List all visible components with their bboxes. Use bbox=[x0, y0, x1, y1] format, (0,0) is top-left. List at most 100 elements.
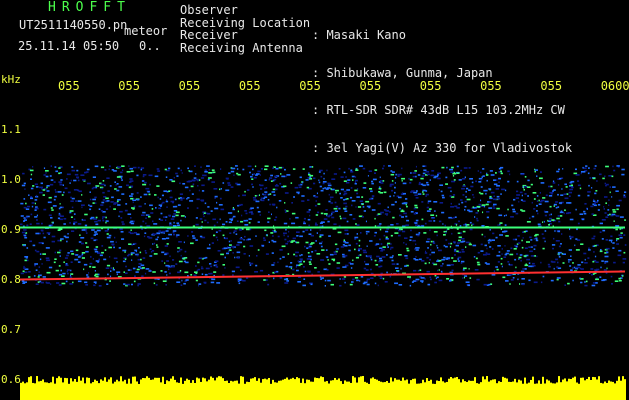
spectrum-pixel bbox=[465, 281, 470, 283]
spectrum-pixel bbox=[401, 230, 406, 233]
spectrum-pixel bbox=[429, 276, 432, 279]
spectrum-pixel bbox=[424, 262, 427, 265]
spectrum-pixel bbox=[105, 267, 110, 269]
amplitude-bar bbox=[460, 382, 462, 400]
spectrum-pixel bbox=[330, 198, 332, 201]
spectrum-pixel bbox=[359, 280, 361, 282]
amplitude-bar bbox=[556, 382, 558, 400]
spectrum-pixel bbox=[590, 268, 594, 270]
spectrum-pixel bbox=[516, 253, 519, 255]
spectrum-pixel bbox=[462, 230, 466, 233]
spectrum-pixel bbox=[316, 192, 318, 195]
amplitude-bar bbox=[558, 376, 560, 400]
spectrum-pixel bbox=[338, 168, 341, 170]
spectrum-pixel bbox=[127, 269, 131, 271]
spectrum-pixel bbox=[441, 258, 445, 261]
spectrum-pixel bbox=[415, 219, 419, 222]
spectrum-pixel bbox=[483, 283, 488, 286]
spectrum-pixel bbox=[58, 172, 61, 175]
spectrum-pixel bbox=[34, 207, 39, 210]
amplitude-bar bbox=[416, 383, 418, 400]
spectrum-pixel bbox=[391, 259, 394, 262]
spectrum-pixel bbox=[83, 268, 85, 271]
spectrum-pixel bbox=[377, 213, 381, 215]
spectrum-pixel bbox=[252, 197, 256, 199]
spectrum-pixel bbox=[418, 224, 420, 227]
spectrum-pixel bbox=[37, 281, 40, 283]
amplitude-bar bbox=[190, 382, 192, 400]
spectrum-pixel bbox=[593, 235, 596, 238]
spectrum-pixel bbox=[94, 248, 98, 251]
amplitude-bar bbox=[24, 383, 26, 400]
spectrum-pixel bbox=[370, 256, 372, 259]
spectrum-pixel bbox=[156, 232, 161, 234]
spectrum-pixel bbox=[429, 258, 431, 261]
amplitude-bar bbox=[186, 378, 188, 400]
spectrum-pixel bbox=[447, 186, 452, 189]
spectrum-pixel bbox=[481, 233, 484, 236]
spectrum-pixel bbox=[320, 245, 323, 248]
spectrum-pixel bbox=[470, 185, 474, 188]
spectrum-pixel bbox=[321, 241, 323, 243]
spectrum-pixel bbox=[486, 179, 488, 182]
spectrum-pixel bbox=[445, 239, 448, 241]
spectrum-pixel bbox=[540, 281, 543, 284]
spectrum-pixel bbox=[290, 262, 293, 264]
spectrum-pixel bbox=[32, 166, 34, 168]
amplitude-bar bbox=[464, 381, 466, 400]
spectrum-pixel bbox=[405, 203, 407, 206]
spectrum-pixel bbox=[330, 202, 334, 204]
spectrum-pixel bbox=[177, 224, 180, 227]
spectrum-pixel bbox=[104, 169, 107, 171]
spectrum-pixel bbox=[187, 207, 189, 209]
spectrum-pixel bbox=[166, 260, 169, 262]
spectrum-pixel bbox=[172, 205, 176, 208]
amplitude-bar bbox=[400, 380, 402, 400]
spectrum-pixel bbox=[430, 214, 435, 216]
spectrum-pixel bbox=[468, 243, 472, 246]
spectrum-pixel bbox=[451, 180, 456, 183]
spectrum-pixel bbox=[412, 280, 416, 282]
spectrum-pixel bbox=[279, 249, 283, 251]
spectrum-pixel bbox=[50, 179, 54, 181]
spectrum-pixel bbox=[438, 189, 440, 191]
spectrogram-plot bbox=[0, 72, 629, 400]
spectrum-pixel bbox=[190, 274, 193, 276]
spectrum-pixel bbox=[265, 187, 268, 189]
spectrum-pixel bbox=[402, 182, 407, 185]
spectrum-pixel bbox=[402, 192, 406, 195]
spectrum-pixel bbox=[482, 211, 484, 214]
amplitude-bar bbox=[612, 381, 614, 400]
spectrum-pixel bbox=[131, 259, 133, 261]
spectrum-pixel bbox=[26, 259, 29, 262]
amplitude-bar bbox=[354, 377, 356, 400]
spectrum-pixel bbox=[328, 235, 331, 237]
spectrum-pixel bbox=[81, 253, 84, 256]
spectrum-pixel bbox=[574, 244, 576, 247]
spectrum-pixel bbox=[23, 229, 27, 231]
spectrum-pixel bbox=[401, 177, 405, 180]
spectrum-pixel bbox=[403, 242, 405, 244]
amplitude-bar bbox=[532, 376, 534, 400]
spectrum-pixel bbox=[553, 237, 555, 240]
spectrum-pixel bbox=[477, 210, 479, 212]
spectrum-pixel bbox=[95, 216, 98, 219]
amplitude-bar bbox=[96, 380, 98, 400]
amplitude-bar bbox=[584, 380, 586, 400]
spectrum-pixel bbox=[176, 222, 180, 224]
spectrum-pixel bbox=[379, 223, 382, 225]
amplitude-bar bbox=[542, 376, 544, 400]
spectrum-pixel bbox=[409, 236, 413, 238]
spectrum-pixel bbox=[413, 258, 416, 260]
spectrum-pixel bbox=[572, 267, 574, 269]
spectrum-pixel bbox=[112, 244, 115, 246]
spectrum-pixel bbox=[524, 268, 527, 270]
spectrum-pixel bbox=[236, 168, 239, 170]
spectrum-pixel bbox=[334, 253, 337, 255]
spectrum-pixel bbox=[93, 281, 97, 283]
spectrum-pixel bbox=[551, 244, 556, 246]
amplitude-bar bbox=[212, 377, 214, 400]
spectrum-pixel bbox=[426, 210, 431, 212]
spectrum-pixel bbox=[601, 260, 604, 262]
amplitude-bar bbox=[200, 381, 202, 400]
